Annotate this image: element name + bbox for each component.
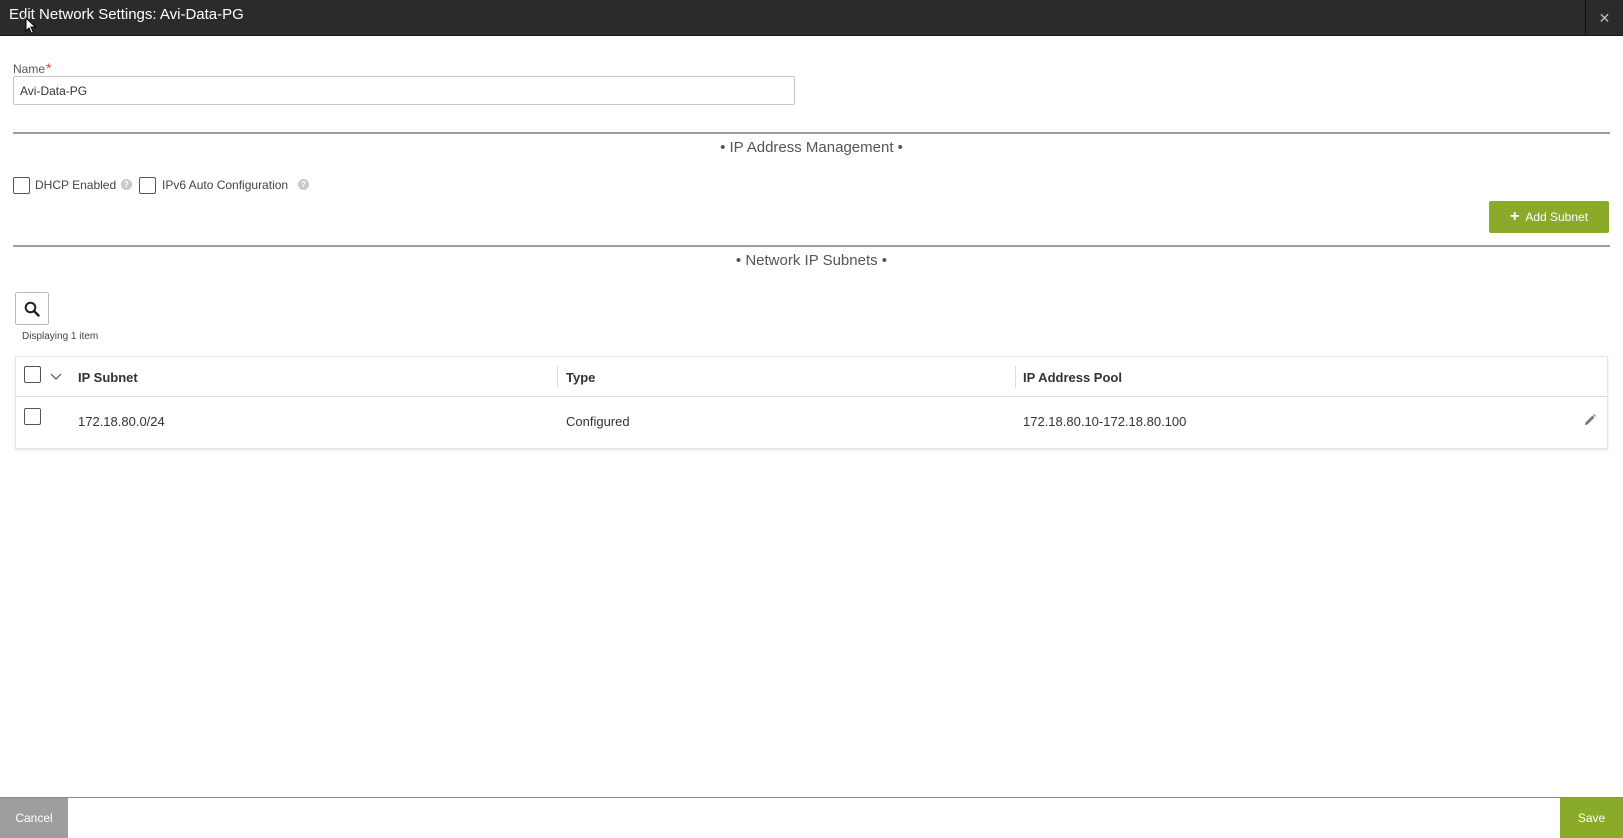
ipv6-auto-config-checkbox[interactable] <box>139 177 156 194</box>
modal-title: Edit Network Settings: Avi-Data-PG <box>9 6 244 23</box>
modal-titlebar: Edit Network Settings: Avi-Data-PG ✕ <box>0 0 1623 36</box>
table-header: IP Subnet Type IP Address Pool <box>16 357 1607 397</box>
cell-ip-subnet: 172.18.80.0/24 <box>78 414 165 429</box>
subnets-section-rule <box>13 245 1610 247</box>
required-marker: * <box>46 60 52 76</box>
search-icon <box>24 301 40 317</box>
mouse-cursor-icon <box>25 17 37 35</box>
column-header-type[interactable]: Type <box>566 370 595 385</box>
column-header-ip-address-pool[interactable]: IP Address Pool <box>1023 370 1122 385</box>
chevron-down-icon[interactable] <box>49 369 63 383</box>
ipv6-help-icon[interactable]: ? <box>298 179 309 190</box>
plus-icon: + <box>1509 208 1520 225</box>
table-row[interactable]: 172.18.80.0/24 Configured 172.18.80.10-1… <box>16 397 1607 449</box>
ipam-section-title: • IP Address Management • <box>720 139 903 156</box>
pencil-edit-icon[interactable] <box>1583 413 1597 427</box>
cancel-button[interactable]: Cancel <box>0 798 68 838</box>
subnets-table: IP Subnet Type IP Address Pool 172.18.80… <box>15 356 1608 449</box>
modal-footer: Cancel Save <box>0 797 1623 838</box>
display-count: Displaying 1 item <box>22 331 99 342</box>
search-button[interactable] <box>15 292 49 325</box>
ipam-section-rule <box>13 132 1610 134</box>
close-button[interactable]: ✕ <box>1586 0 1623 36</box>
subnets-section-title: • Network IP Subnets • <box>735 252 888 269</box>
save-button[interactable]: Save <box>1560 798 1623 838</box>
add-subnet-label: Add Subnet <box>1525 210 1589 224</box>
column-separator <box>1015 366 1016 388</box>
cell-type: Configured <box>566 414 630 429</box>
add-subnet-button[interactable]: + Add Subnet <box>1489 201 1609 233</box>
ipv6-auto-config-label: IPv6 Auto Configuration <box>162 178 289 192</box>
name-label: Name* <box>13 60 51 76</box>
name-input[interactable] <box>13 76 795 105</box>
dhcp-enabled-label: DHCP Enabled <box>35 178 117 192</box>
close-icon: ✕ <box>1598 9 1611 26</box>
cell-ip-address-pool: 172.18.80.10-172.18.80.100 <box>1023 414 1187 429</box>
name-label-text: Name <box>13 62 46 76</box>
column-separator <box>557 366 558 388</box>
dhcp-enabled-checkbox[interactable] <box>13 177 30 194</box>
column-header-ip-subnet[interactable]: IP Subnet <box>78 370 138 385</box>
select-all-checkbox[interactable] <box>24 366 41 383</box>
row-checkbox[interactable] <box>24 408 41 425</box>
dhcp-help-icon[interactable]: ? <box>121 179 132 190</box>
